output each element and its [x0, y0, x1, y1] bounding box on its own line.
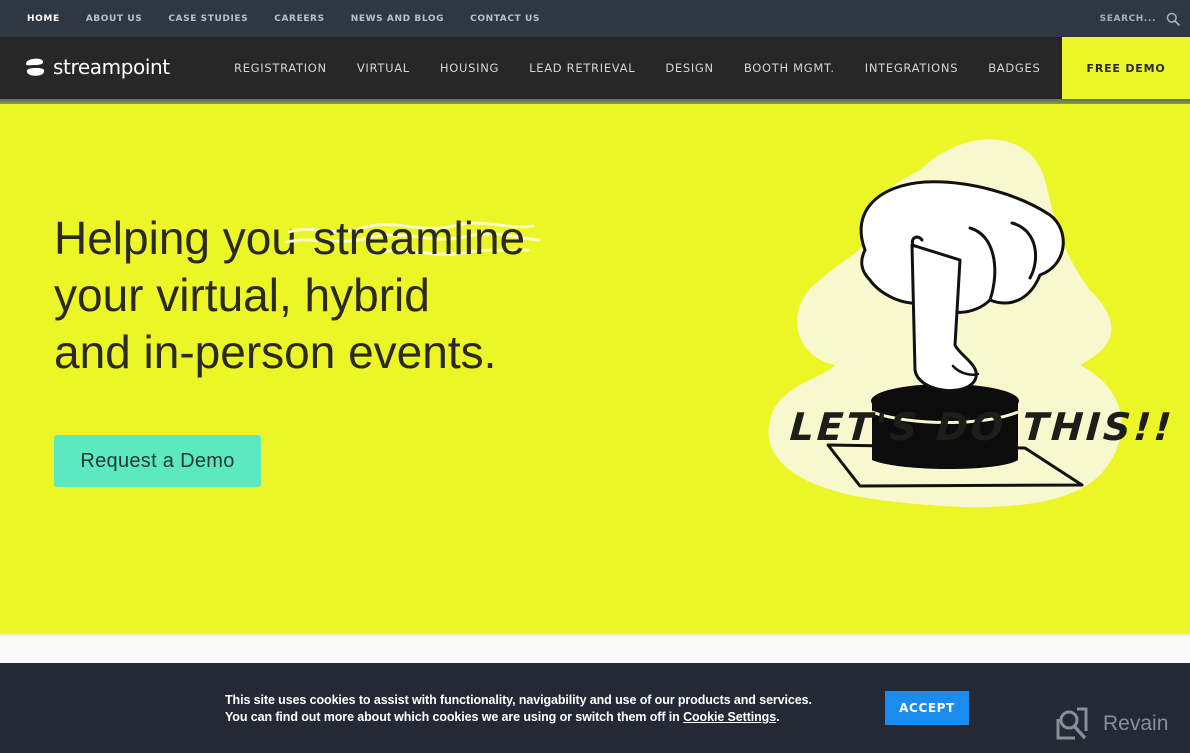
search-icon[interactable] [1166, 12, 1180, 26]
main-nav: streampoint REGISTRATION VIRTUAL HOUSING… [0, 37, 1190, 104]
nav-link-lead-retrieval[interactable]: LEAD RETRIEVAL [529, 61, 635, 75]
revain-logo-icon [1056, 707, 1088, 740]
utility-link-news-and-blog[interactable]: NEWS AND BLOG [351, 14, 444, 24]
tagline-lets-do-this: LET'S DO THIS!! [788, 405, 1176, 449]
revain-watermark: Revain [1055, 707, 1168, 741]
request-demo-button[interactable]: Request a Demo [54, 435, 261, 487]
streampoint-logo[interactable]: streampoint [24, 55, 170, 79]
utility-link-about-us[interactable]: ABOUT US [86, 14, 143, 24]
utility-nav: HOME ABOUT US CASE STUDIES CAREERS NEWS … [0, 14, 566, 24]
search-box [1086, 0, 1180, 37]
headline-line-2: your virtual, hybrid [54, 269, 430, 321]
utility-link-contact-us[interactable]: CONTACT US [470, 14, 540, 24]
nav-link-design[interactable]: DESIGN [665, 61, 714, 75]
nav-link-housing[interactable]: HOUSING [440, 61, 499, 75]
headline-text-before: Helping you [54, 212, 297, 264]
cookie-settings-link[interactable]: Cookie Settings [683, 710, 776, 724]
nav-link-booth-mgmt[interactable]: BOOTH MGMT. [744, 61, 835, 75]
headline-highlight-word: streamline [312, 212, 526, 264]
cookie-consent-bar: This site uses cookies to assist with fu… [0, 663, 1190, 753]
nav-link-badges[interactable]: BADGES [988, 61, 1040, 75]
nav-link-integrations[interactable]: INTEGRATIONS [865, 61, 958, 75]
free-demo-button[interactable]: FREE DEMO [1062, 37, 1190, 99]
section-divider-band [0, 634, 1190, 663]
revain-label: Revain [1103, 712, 1169, 735]
cookie-message-period: . [776, 710, 780, 724]
nav-link-registration[interactable]: REGISTRATION [234, 61, 327, 75]
cookie-message: This site uses cookies to assist with fu… [225, 692, 865, 726]
utility-link-home[interactable]: HOME [27, 14, 60, 24]
headline-line-1: Helping you streamline [54, 210, 674, 267]
hand-pressing-button-illustration [768, 139, 1122, 508]
brand-wordmark: streampoint [53, 55, 170, 79]
headline-highlight: streamline [285, 210, 541, 267]
primary-nav-links: REGISTRATION VIRTUAL HOUSING LEAD RETRIE… [234, 37, 1071, 99]
search-input[interactable] [1086, 13, 1156, 24]
cookie-message-line-2: You can find out more about which cookie… [225, 710, 684, 724]
hero-headline: Helping you streamline your virtual, hyb… [54, 210, 674, 381]
top-utility-bar: HOME ABOUT US CASE STUDIES CAREERS NEWS … [0, 0, 1190, 37]
streampoint-logo-icon [26, 58, 45, 76]
headline-line-3: and in-person events. [54, 326, 497, 378]
utility-link-case-studies[interactable]: CASE STUDIES [168, 14, 248, 24]
utility-link-careers[interactable]: CAREERS [274, 14, 324, 24]
nav-link-virtual[interactable]: VIRTUAL [357, 61, 410, 75]
cookie-message-line-1: This site uses cookies to assist with fu… [225, 693, 812, 707]
accept-cookies-button[interactable]: ACCEPT [885, 691, 969, 725]
